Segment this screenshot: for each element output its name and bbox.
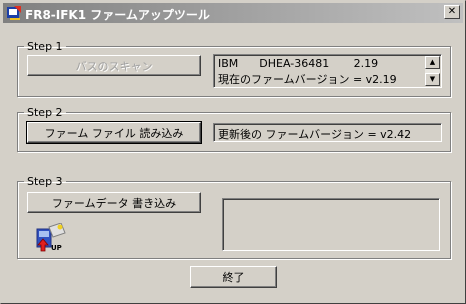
step2-legend: Step 2 [27, 106, 63, 119]
device-info-box: IBM DHEA-36481 2.19 現在のファームバージョン = v2.19… [213, 54, 442, 88]
scan-bus-button[interactable]: バスのスキャン [27, 55, 201, 76]
close-button[interactable]: ✕ [444, 5, 460, 19]
step1-legend: Step 1 [27, 40, 63, 53]
device-info-scrollbar[interactable]: ▲ ▼ [425, 56, 440, 86]
firmware-update-icon: UP [36, 223, 66, 252]
updated-firmware-text: 更新後の ファームバージョン = v2.42 [218, 128, 412, 141]
write-firmware-button[interactable]: ファームデータ 書き込み [27, 192, 201, 213]
exit-button[interactable]: 終了 [190, 266, 277, 288]
app-window: FR8-IFK1 ファームアップツール ✕ Step 1 バスのスキャン IBM… [0, 0, 466, 304]
title-bar[interactable]: FR8-IFK1 ファームアップツール ✕ [3, 3, 463, 23]
app-icon [7, 6, 21, 20]
scroll-down-icon[interactable]: ▼ [425, 73, 440, 86]
window-title: FR8-IFK1 ファームアップツール [25, 8, 210, 22]
close-icon: ✕ [447, 6, 457, 17]
scroll-up-icon[interactable]: ▲ [425, 56, 440, 69]
device-info-line: IBM DHEA-36481 2.19 [218, 57, 379, 70]
write-output-box [222, 198, 440, 251]
updated-firmware-box: 更新後の ファームバージョン = v2.42 [213, 123, 442, 142]
step3-legend: Step 3 [27, 175, 63, 188]
load-firmware-file-button[interactable]: ファーム ファイル 読み込み [26, 121, 202, 144]
firmware-icon-caption: UP [51, 244, 62, 252]
current-firmware-line: 現在のファームバージョン = v2.19 [218, 73, 397, 86]
